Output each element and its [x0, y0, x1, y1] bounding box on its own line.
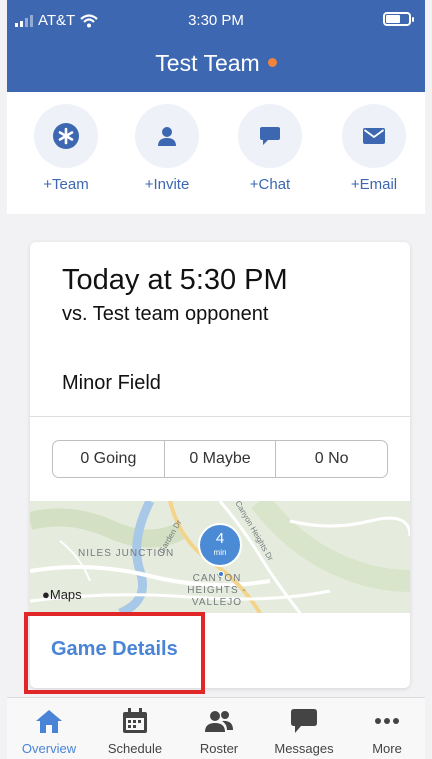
event-opponent: vs. Test team opponent	[62, 303, 269, 325]
map-location-dot	[218, 571, 224, 577]
add-team-button[interactable]: +Team	[21, 104, 111, 193]
rsvp-going-button[interactable]: 0 Going	[53, 441, 165, 477]
tab-overview-label: Overview	[21, 741, 77, 756]
location-map[interactable]: NILES JUNCTION CANYON HEIGHTS - VALLEJO …	[30, 501, 410, 613]
pin-unit: min	[213, 548, 227, 557]
email-label: +Email	[350, 176, 398, 193]
house-icon	[9, 698, 89, 738]
rsvp-maybe-button[interactable]: 0 Maybe	[165, 441, 277, 477]
notification-dot	[267, 58, 277, 68]
email-button[interactable]: +Email	[329, 104, 419, 193]
rsvp-group: 0 Going 0 Maybe 0 No	[52, 440, 388, 478]
chat-button[interactable]: +Chat	[225, 104, 315, 193]
chat-bubble-icon	[238, 104, 302, 168]
team-title[interactable]: Test Team	[7, 50, 425, 77]
clock: 3:30 PM	[188, 12, 244, 29]
card-divider	[30, 416, 410, 417]
tab-schedule[interactable]: Schedule	[95, 698, 175, 756]
tab-bar: Overview Schedule Roster Messages More	[7, 697, 425, 759]
battery-icon	[383, 12, 414, 26]
quick-actions: +Team +Invite +Chat +Email	[7, 92, 425, 214]
maps-provider: Maps	[49, 587, 82, 602]
event-time: Today at 5:30 PM	[62, 264, 288, 296]
rsvp-no-button[interactable]: 0 No	[276, 441, 387, 477]
highlight-box	[24, 612, 205, 694]
invite-button[interactable]: +Invite	[122, 104, 212, 193]
tab-more[interactable]: More	[347, 698, 427, 756]
tab-schedule-label: Schedule	[107, 741, 163, 756]
tab-roster[interactable]: Roster	[179, 698, 259, 756]
tab-roster-label: Roster	[199, 741, 239, 756]
people-icon	[179, 698, 259, 738]
tab-messages[interactable]: Messages	[264, 698, 344, 756]
tab-overview[interactable]: Overview	[9, 698, 89, 756]
event-location: Minor Field	[62, 372, 161, 394]
travel-time-pin: 4 min	[198, 523, 242, 567]
message-icon	[264, 698, 344, 738]
calendar-icon	[95, 698, 175, 738]
envelope-icon	[342, 104, 406, 168]
add-team-label: +Team	[43, 176, 89, 193]
chat-label: +Chat	[249, 176, 291, 193]
invite-label: +Invite	[144, 176, 190, 193]
ellipsis-icon	[347, 698, 427, 738]
team-name: Test Team	[155, 50, 260, 76]
asterisk-icon	[34, 104, 98, 168]
app-header: AT&T 3:30 PM Test Team	[7, 0, 425, 92]
apple-logo-icon: ●	[42, 587, 50, 602]
person-icon	[135, 104, 199, 168]
maps-logo: ●Maps	[42, 587, 82, 602]
pin-value: 4	[215, 530, 225, 547]
map-label-canyon: CANYON HEIGHTS - VALLEJO	[187, 573, 247, 608]
tab-more-label: More	[372, 741, 402, 756]
status-bar: AT&T 3:30 PM	[7, 0, 425, 40]
tab-messages-label: Messages	[274, 741, 334, 756]
